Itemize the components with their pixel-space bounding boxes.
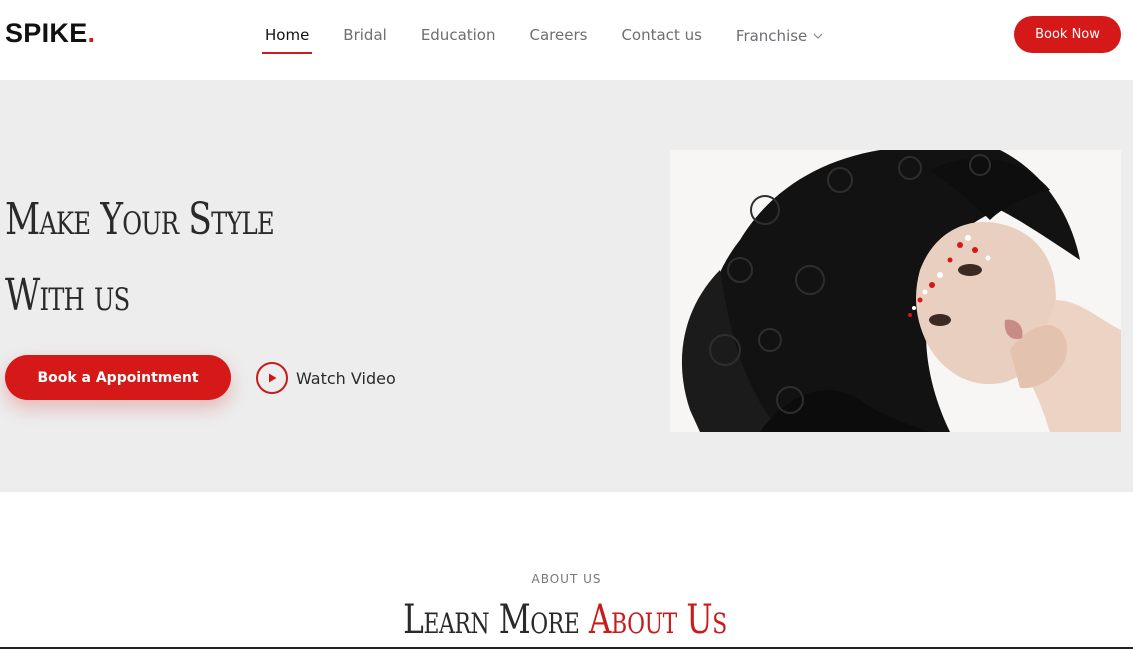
book-now-button[interactable]: Book Now <box>1014 16 1121 53</box>
hero-title: Make Your Style With us <box>5 182 333 334</box>
nav-contact-us[interactable]: Contact us <box>621 26 701 52</box>
about-title-accent: About Us <box>588 597 727 643</box>
nav-franchise[interactable]: Franchise <box>736 25 823 53</box>
watch-video-label: Watch Video <box>296 368 396 388</box>
book-appointment-button[interactable]: Book a Appointment <box>5 355 231 400</box>
nav-home[interactable]: Home <box>261 26 313 54</box>
chevron-down-icon <box>813 25 823 43</box>
logo-text: SPIKE <box>5 18 88 48</box>
nav-education[interactable]: Education <box>421 26 496 52</box>
site-header: SPIKE. Home Bridal Education Careers Con… <box>0 0 1133 80</box>
about-title: Learn More About Us <box>382 597 749 643</box>
nav-bridal[interactable]: Bridal <box>343 26 387 52</box>
logo[interactable]: SPIKE. <box>5 18 95 49</box>
play-icon <box>256 362 288 394</box>
logo-dot: . <box>87 18 96 48</box>
main-nav: Home Bridal Education Careers Contact us… <box>261 25 857 54</box>
about-eyebrow: ABOUT US <box>531 572 602 586</box>
hero-model-image <box>670 150 1121 432</box>
about-title-main: Learn More <box>403 597 580 643</box>
nav-careers[interactable]: Careers <box>530 26 588 52</box>
hero-section: Make Your Style With us Book a Appointme… <box>0 80 1133 492</box>
nav-franchise-label: Franchise <box>735 27 808 45</box>
watch-video-link[interactable]: Watch Video <box>256 362 396 394</box>
hero-title-line1: Make Your Style <box>5 194 275 245</box>
hero-title-line2: With us <box>5 270 130 321</box>
